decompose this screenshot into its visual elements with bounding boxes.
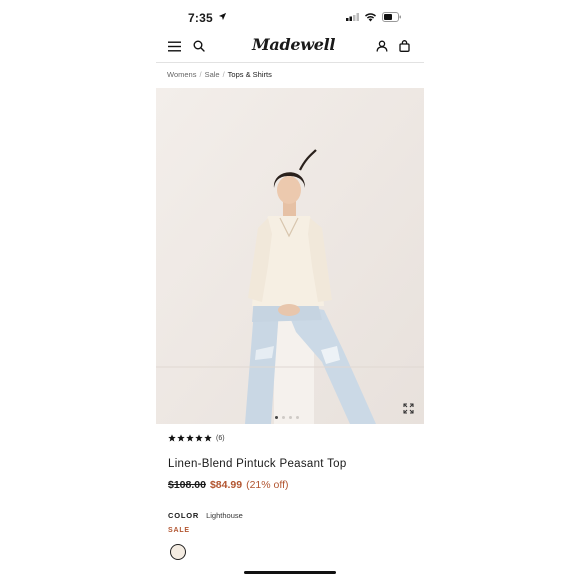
review-count[interactable]: (6): [216, 435, 225, 442]
color-label: COLOR: [168, 511, 200, 520]
product-image-carousel[interactable]: [156, 88, 424, 424]
location-arrow-icon: [218, 12, 227, 21]
star-icon: [186, 434, 194, 442]
madewell-logo[interactable]: Madewell: [252, 35, 335, 54]
discount-percent: (21% off): [246, 479, 289, 491]
breadcrumb-sale[interactable]: Sale: [205, 70, 220, 79]
color-selector-label: COLOR Lighthouse: [168, 511, 243, 520]
sale-price: $84.99: [209, 479, 243, 491]
rating-stars: [168, 434, 212, 442]
breadcrumb-womens[interactable]: Womens: [167, 70, 196, 79]
price-block: $108.00 $84.99 (21% off): [168, 479, 289, 491]
search-icon[interactable]: [193, 40, 205, 52]
home-indicator[interactable]: [244, 571, 336, 574]
sale-tag: SALE: [168, 527, 190, 534]
product-name: Linen-Blend Pintuck Peasant Top: [168, 458, 347, 470]
carousel-dot[interactable]: [282, 416, 285, 419]
product-page: 7:35 Madewell Womens / Sale / Tops & Shi…: [156, 0, 424, 580]
star-icon: [168, 434, 176, 442]
header-divider: [156, 62, 424, 63]
carousel-dots: [275, 416, 299, 419]
star-icon: [195, 434, 203, 442]
wifi-icon: [365, 13, 376, 22]
carousel-dot[interactable]: [289, 416, 292, 419]
breadcrumb: Womens / Sale / Tops & Shirts: [167, 70, 272, 79]
cellular-signal-icon: [346, 13, 359, 21]
carousel-dot[interactable]: [275, 416, 278, 419]
status-time: 7:35: [188, 11, 213, 25]
product-photo: [156, 88, 424, 424]
status-bar: 7:35: [156, 0, 424, 34]
breadcrumb-separator: /: [199, 70, 202, 79]
carousel-dot[interactable]: [296, 416, 299, 419]
shopping-bag-icon[interactable]: [399, 40, 410, 52]
color-swatch-lighthouse[interactable]: [170, 544, 186, 560]
battery-icon: [382, 12, 401, 22]
selected-color-name: Lighthouse: [206, 511, 243, 520]
site-header: Madewell: [156, 34, 424, 62]
star-icon: [204, 434, 212, 442]
original-price: $108.00: [168, 479, 206, 491]
star-icon: [177, 434, 185, 442]
breadcrumb-separator: /: [222, 70, 225, 79]
product-rating[interactable]: (6): [168, 434, 225, 442]
menu-icon[interactable]: [168, 41, 181, 52]
expand-icon[interactable]: [403, 403, 414, 414]
account-icon[interactable]: [376, 40, 388, 52]
breadcrumb-current: Tops & Shirts: [227, 70, 272, 79]
